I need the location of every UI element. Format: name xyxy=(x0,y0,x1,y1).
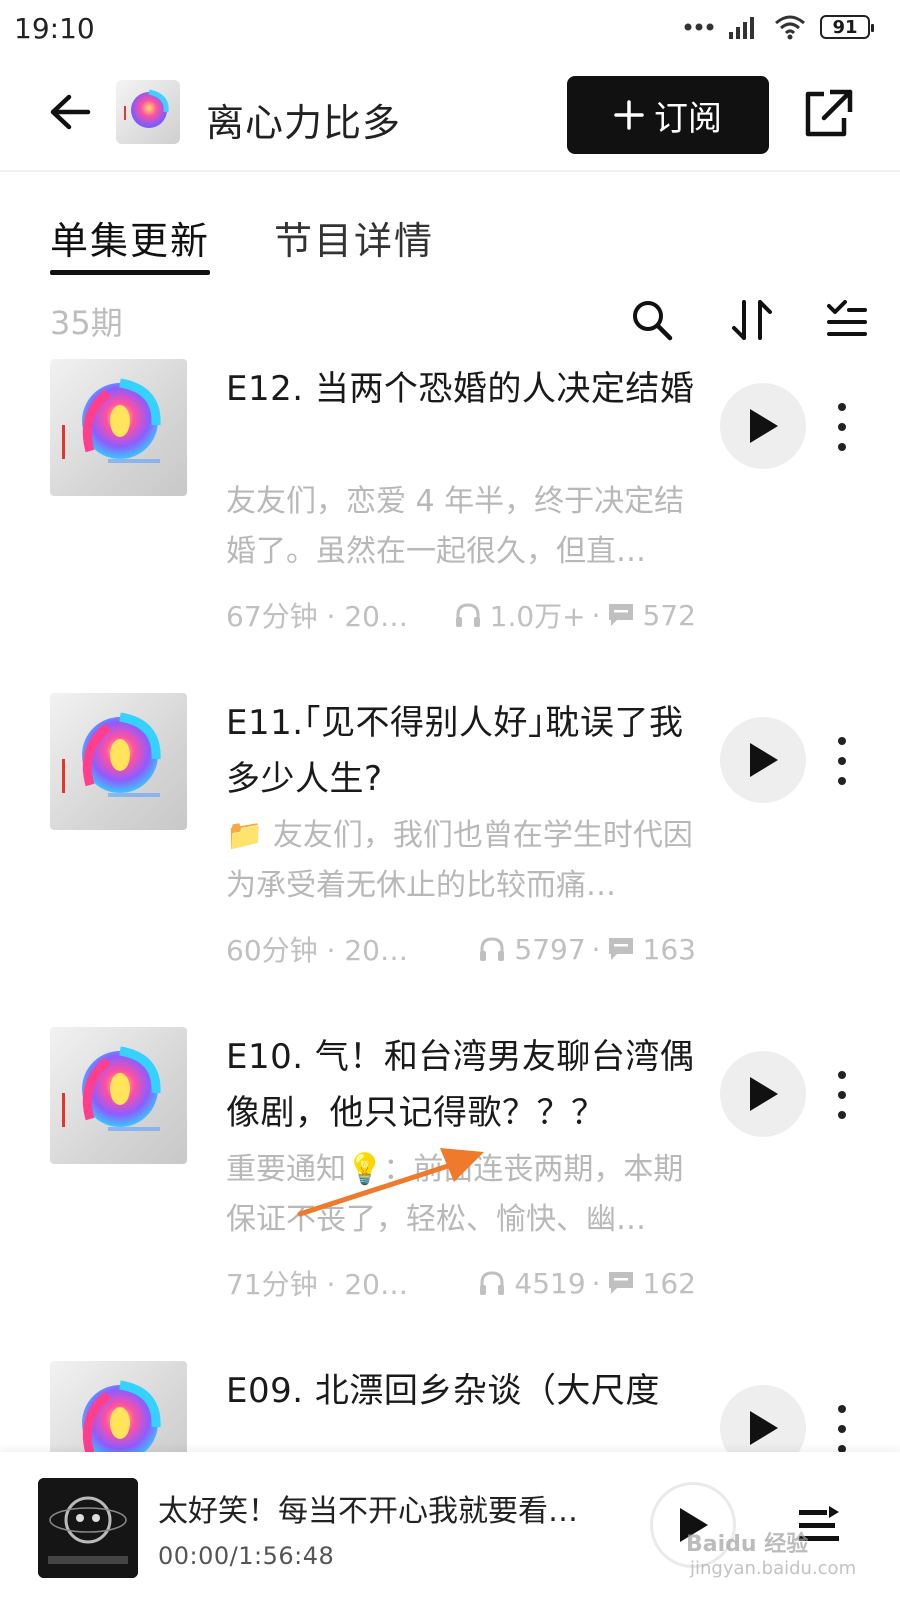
comment-count: 163 xyxy=(642,932,696,966)
episode-item[interactable]: E11.｢见不得别人好｣耽误了我多少人生? 📁 友友们，我们也曾在学生时代因为承… xyxy=(0,693,900,1013)
episode-description: 📁 友友们，我们也曾在学生时代因为承受着无休止的比较而痛… xyxy=(226,818,693,903)
headphones-icon xyxy=(480,1271,505,1295)
play-button[interactable] xyxy=(720,1051,806,1137)
tab-bar: 单集更新 节目详情 xyxy=(0,200,900,280)
back-arrow-icon xyxy=(50,94,91,130)
more-options-button[interactable] xyxy=(830,1405,854,1452)
play-icon xyxy=(750,1411,778,1445)
episode-duration-date: 67分钟 · 2022… xyxy=(226,600,422,633)
back-button[interactable] xyxy=(44,86,96,138)
play-button[interactable] xyxy=(720,1385,806,1452)
comment-count: 572 xyxy=(642,598,696,632)
status-icons: 91 xyxy=(684,14,874,40)
episode-title[interactable]: E11.｢见不得别人好｣耽误了我多少人生? xyxy=(226,695,696,807)
meta-separator: · xyxy=(591,932,601,966)
episode-item[interactable]: E09. 北漂回乡杂谈（大尺度 xyxy=(0,1361,900,1452)
episode-meta: 71分钟 · 2022/… 4519 · 162 xyxy=(226,1263,696,1303)
comment-icon xyxy=(608,1272,633,1294)
episode-duration-date: 71分钟 · 2022/… xyxy=(226,1268,422,1301)
play-button[interactable] xyxy=(720,383,806,469)
wifi-icon xyxy=(775,15,805,40)
episode-cover xyxy=(50,1027,187,1164)
list-toolbar: 35期 xyxy=(0,292,900,352)
share-button[interactable] xyxy=(800,86,856,142)
episode-description: 友友们，恋爱 4 年半，终于决定结婚了。虽然在一起很久，但直… xyxy=(226,484,685,569)
more-options-button[interactable] xyxy=(830,403,854,451)
search-icon[interactable] xyxy=(630,298,674,342)
episode-title[interactable]: E10. 气！和台湾男友聊台湾偶像剧，他只记得歌？？？ xyxy=(226,1029,696,1141)
plus-icon xyxy=(614,100,644,130)
signal-icon xyxy=(729,17,754,39)
episode-title[interactable]: E09. 北漂回乡杂谈（大尺度 xyxy=(226,1363,696,1419)
headphones-icon xyxy=(480,937,505,961)
episode-cover xyxy=(50,693,187,830)
episode-duration-date: 60分钟 · 2022/… xyxy=(226,934,422,967)
play-icon xyxy=(750,743,778,777)
subscribe-button[interactable]: 订阅 xyxy=(567,76,769,154)
episode-title[interactable]: E12. 当两个恐婚的人决定结婚 xyxy=(226,361,696,417)
sort-icon[interactable] xyxy=(730,298,774,342)
episode-count: 35期 xyxy=(50,304,123,342)
status-time: 19:10 xyxy=(14,12,95,45)
meta-separator: · xyxy=(591,1266,601,1300)
podcast-title: 离心力比多 xyxy=(206,101,402,145)
now-playing-title: 太好笑！每当不开心我就要看… xyxy=(158,1494,578,1529)
episode-meta: 67分钟 · 2022… 1.0万+ · 572 xyxy=(226,595,696,635)
play-icon xyxy=(750,1077,778,1111)
episode-cover xyxy=(50,1361,187,1452)
podcast-logo xyxy=(116,80,180,144)
play-button[interactable] xyxy=(720,717,806,803)
top-bar: 离心力比多 订阅 xyxy=(0,62,900,172)
episode-description: 重要通知💡：前面连丧两期，本期保证不丧了，轻松、愉快、幽… xyxy=(226,1152,684,1237)
more-options-button[interactable] xyxy=(830,737,854,785)
status-bar: 19:10 91 xyxy=(0,0,900,62)
episode-item[interactable]: E12. 当两个恐婚的人决定结婚 友友们，恋爱 4 年半，终于决定结婚了。虽然在… xyxy=(0,359,900,679)
now-playing-cover xyxy=(38,1478,138,1578)
headphones-icon xyxy=(455,603,480,627)
tab-underline xyxy=(50,270,210,275)
tab-episodes[interactable]: 单集更新 xyxy=(50,210,210,265)
play-count: 5797 xyxy=(514,932,586,966)
meta-separator: · xyxy=(591,598,601,632)
comment-icon xyxy=(608,938,633,960)
play-count: 1.0万+ xyxy=(489,600,586,633)
comment-count: 162 xyxy=(642,1266,696,1300)
share-icon xyxy=(805,89,853,137)
subscribe-label: 订阅 xyxy=(654,98,722,139)
play-icon xyxy=(750,409,778,443)
more-options-button[interactable] xyxy=(830,1071,854,1119)
battery-indicator: 91 xyxy=(820,15,874,39)
more-dots-icon xyxy=(684,23,714,31)
watermark-url: jingyan.baidu.com xyxy=(690,1558,857,1579)
episode-cover xyxy=(50,359,187,496)
watermark-brand: Baidu 经验 xyxy=(686,1532,809,1557)
batch-select-icon[interactable] xyxy=(825,298,869,342)
now-playing-time: 00:00/1:56:48 xyxy=(158,1542,335,1570)
episode-meta: 60分钟 · 2022/… 5797 · 163 xyxy=(226,929,696,969)
episode-item[interactable]: E10. 气！和台湾男友聊台湾偶像剧，他只记得歌？？？ 重要通知💡：前面连丧两期… xyxy=(0,1027,900,1347)
tab-details[interactable]: 节目详情 xyxy=(274,210,434,265)
comment-icon xyxy=(608,604,633,626)
play-count: 4519 xyxy=(514,1266,586,1300)
